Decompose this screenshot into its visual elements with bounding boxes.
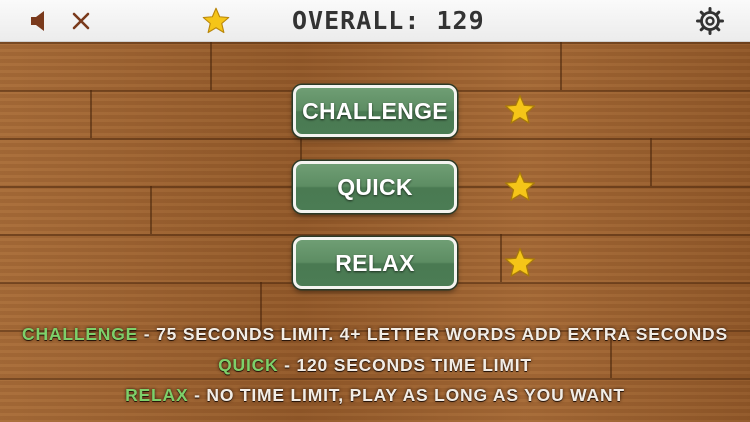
quick-button[interactable]: QUICK	[293, 161, 457, 213]
relax-description: RELAX - NO TIME LIMIT, PLAY AS LONG AS Y…	[0, 385, 750, 406]
overall-score: OVERALL: 129	[292, 5, 485, 37]
gear-icon[interactable]	[695, 6, 725, 36]
quick-star-icon	[503, 170, 537, 204]
relax-star-icon	[503, 246, 537, 280]
challenge-description: CHALLENGE - 75 SECONDS LIMIT. 4+ LETTER …	[0, 324, 750, 345]
challenge-description-text: - 75 SECONDS LIMIT. 4+ LETTER WORDS ADD …	[143, 324, 728, 344]
quick-description: QUICK - 120 SECONDS TIME LIMIT	[0, 355, 750, 376]
relax-button[interactable]: RELAX	[293, 237, 457, 289]
relax-mode-name: RELAX	[125, 385, 189, 405]
challenge-star-icon	[503, 93, 537, 127]
quick-description-text: - 120 SECONDS TIME LIMIT	[284, 355, 532, 375]
overall-value: 129	[436, 6, 485, 35]
close-icon[interactable]	[66, 6, 96, 36]
top-bar: OVERALL: 129	[0, 0, 750, 42]
relax-description-text: - NO TIME LIMIT, PLAY AS LONG AS YOU WAN…	[194, 385, 625, 405]
challenge-mode-name: CHALLENGE	[22, 324, 139, 344]
quick-mode-name: QUICK	[218, 355, 279, 375]
overall-label: OVERALL:	[292, 6, 421, 35]
challenge-button[interactable]: CHALLENGE	[293, 85, 457, 137]
star-icon	[201, 6, 231, 36]
speaker-icon[interactable]	[24, 6, 54, 36]
